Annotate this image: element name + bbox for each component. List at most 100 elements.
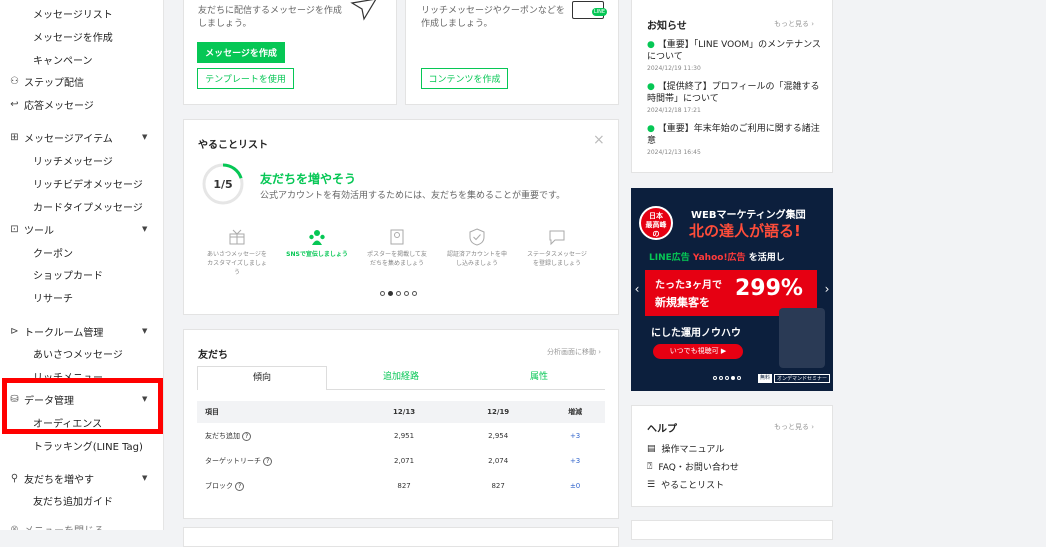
chevron-down-icon[interactable]: ▼ — [142, 327, 147, 335]
chevron-left-icon[interactable]: ‹ — [631, 282, 643, 296]
close-icon[interactable]: × — [593, 132, 605, 148]
sidebar-item-message-items[interactable]: ⊞ メッセージアイテム — [9, 130, 113, 145]
todo-step[interactable]: 認証済アカウントを申し込みましょう — [445, 228, 509, 268]
page-dot[interactable] — [412, 291, 417, 296]
chevron-down-icon[interactable]: ▼ — [142, 225, 147, 233]
tab-source[interactable]: 追加経路 — [337, 366, 465, 390]
sidebar-item-friend-guide[interactable]: 友だち追加ガイド — [33, 493, 113, 508]
todo-step[interactable]: ステータスメッセージを登録しましょう — [525, 228, 589, 268]
sidebar-item-coupon[interactable]: クーポン — [33, 245, 73, 260]
page-dot[interactable] — [396, 291, 401, 296]
page-dot[interactable] — [380, 291, 385, 296]
page-dot-active[interactable] — [388, 291, 393, 296]
page-dot[interactable] — [719, 376, 723, 380]
create-message-button[interactable]: メッセージを作成 — [197, 42, 285, 63]
presenter-photo — [779, 308, 825, 368]
row-label: ブロック ? — [197, 473, 357, 498]
desc-line: 友だちに配信するメッセージを作成 — [198, 6, 342, 16]
news-more-link[interactable]: もっと見る › — [774, 19, 814, 29]
help-circle-icon[interactable]: ? — [263, 456, 273, 466]
sidebar-item-greeting[interactable]: あいさつメッセージ — [33, 346, 123, 361]
banner-tag: 無料 — [758, 374, 773, 383]
news-title: お知らせ — [647, 21, 687, 32]
help-circle-icon[interactable]: ? — [235, 481, 245, 491]
news-text: 【重要】年末年始のご利用に関する諸注 — [657, 124, 820, 134]
sidebar-item-auto-reply[interactable]: ↩ 応答メッセージ — [9, 97, 94, 112]
col-header: 12/13 — [357, 401, 452, 423]
news-item[interactable]: ● 【提供終了】プロフィールの「混雑する 時間帯」について 2024/12/18… — [647, 81, 822, 115]
content-icon: LINE — [572, 1, 607, 19]
status-message-icon — [549, 230, 565, 246]
page-dot[interactable] — [737, 376, 741, 380]
sidebar-item-rich-message[interactable]: リッチメッセージ — [33, 153, 113, 168]
chevron-right-icon[interactable]: › — [821, 282, 833, 296]
help-card: ヘルプ もっと見る › ▤ 操作マニュアル ⍰ FAQ・お問い合わせ ☰ やることリス… — [631, 405, 833, 507]
sidebar-item-add-friends[interactable]: ⚲ 友だちを増やす — [9, 471, 94, 486]
sidebar-item-shop-card[interactable]: ショップカード — [33, 267, 103, 282]
todo-step[interactable]: あいさつメッセージをカスタマイズしましょう — [205, 228, 269, 277]
progress-count: 1/5 — [213, 178, 233, 191]
create-content-button[interactable]: コンテンツを作成 — [421, 68, 508, 89]
news-item[interactable]: ● 【重要】「LINE VOOM」のメンテナンス について 2024/12/19… — [647, 39, 822, 73]
help-more-link[interactable]: もっと見る › — [774, 422, 814, 432]
sidebar-item-research[interactable]: リサーチ — [33, 290, 73, 305]
content-card-desc: リッチメッセージやクーポンなどを 作成しましょう。 — [421, 5, 565, 31]
page-dot[interactable] — [725, 376, 729, 380]
friends-table: 項目 12/13 12/19 増減 友だち追加 ? 2,951 2,954 +3… — [197, 401, 605, 498]
sidebar-item-campaign[interactable]: キャンペーン — [33, 52, 93, 67]
row-label: ターゲットリーチ ? — [197, 448, 357, 473]
sidebar-item-create-message[interactable]: メッセージを作成 — [33, 29, 113, 44]
banner-pagination — [713, 376, 741, 380]
value-cell: 2,954 — [488, 431, 509, 440]
help-item-todo[interactable]: ☰ やることリスト — [647, 478, 724, 492]
help-item-faq[interactable]: ⍰ FAQ・お問い合わせ — [647, 460, 739, 474]
help-item-manual[interactable]: ▤ 操作マニュアル — [647, 442, 724, 456]
chevron-down-icon[interactable]: ▼ — [142, 133, 147, 141]
sidebar-item-close-menu[interactable]: ⊗ メニューを閉じる — [9, 522, 104, 530]
friends-title: 友だち — [198, 350, 228, 361]
use-template-button[interactable]: テンプレートを使用 — [197, 68, 294, 89]
todo-pagination — [380, 291, 417, 296]
analysis-link[interactable]: 分析画面に移動 › — [547, 347, 601, 357]
sidebar-item-rich-video[interactable]: リッチビデオメッセージ — [33, 176, 143, 191]
banner-cta-button[interactable]: いつでも視聴可 ▶ — [653, 344, 743, 359]
value-cell: 2,074 — [488, 456, 509, 465]
sidebar-item-card-message[interactable]: カードタイプメッセージ — [33, 199, 143, 214]
desc-line: しましょう。 — [198, 19, 252, 29]
page-dot-active[interactable] — [731, 376, 735, 380]
sidebar-item-tracking[interactable]: トラッキング(LINE Tag) — [33, 438, 143, 453]
news-text: 意 — [647, 136, 657, 146]
sidebar-item-step-delivery[interactable]: ⚇ ステップ配信 — [9, 74, 84, 89]
news-item[interactable]: ● 【重要】年末年始のご利用に関する諸注 意 2024/12/13 16:45 — [647, 123, 822, 157]
data-management-highlight — [2, 378, 163, 434]
tab-attributes[interactable]: 属性 — [477, 366, 601, 390]
todo-step[interactable]: SNSで宣伝しましょう — [285, 228, 349, 259]
sidebar-item-talkroom[interactable]: ⊳ トークルーム管理 — [9, 324, 103, 339]
row-label: 友だち追加 ? — [197, 423, 357, 448]
reply-icon: ↩ — [10, 99, 19, 110]
todo-step[interactable]: ポスターを掲載して友だちを集めましょう — [365, 228, 429, 268]
message-card: 友だちに配信するメッセージを作成 しましょう。 メッセージを作成 テンプレートを… — [183, 0, 397, 105]
sidebar-item-tools[interactable]: ⊡ ツール — [9, 222, 54, 237]
help-item-label: FAQ・お問い合わせ — [658, 463, 739, 473]
page-dot[interactable] — [404, 291, 409, 296]
todo-card: やることリスト × 1/5 友だちを増やそう 公式アカウントを有効活用するために… — [183, 119, 619, 315]
bullet-icon: ● — [647, 124, 655, 134]
desc-line: 作成しましょう。 — [421, 19, 493, 29]
close-menu-icon: ⊗ — [10, 524, 19, 530]
sidebar: メッセージリスト メッセージを作成 キャンペーン ⚇ ステップ配信 ↩ 応答メッ… — [0, 0, 164, 530]
tool-icon: ⊡ — [10, 224, 19, 235]
help-circle-icon[interactable]: ? — [242, 431, 252, 441]
page-dot[interactable] — [713, 376, 717, 380]
sidebar-item-label: ツール — [24, 226, 54, 237]
sidebar-item-message-list[interactable]: メッセージリスト — [33, 6, 113, 21]
ad-banner[interactable]: 日本 最高峰 の WEBマーケティング集団 北の達人が語る! LINE広告 Ya… — [631, 188, 833, 391]
tab-trend[interactable]: 傾向 — [197, 366, 327, 390]
sidebar-item-label: 応答メッセージ — [24, 101, 94, 112]
row-label-text: ターゲットリーチ — [205, 456, 261, 465]
todo-list-icon: ☰ — [647, 479, 656, 490]
banner-tag: オンデマンドセミナー — [774, 374, 831, 383]
chevron-down-icon[interactable]: ▼ — [142, 474, 147, 482]
todo-step-label: ステータスメッセージを登録しましょう — [527, 251, 587, 267]
value-cell: 2,951 — [394, 431, 415, 440]
